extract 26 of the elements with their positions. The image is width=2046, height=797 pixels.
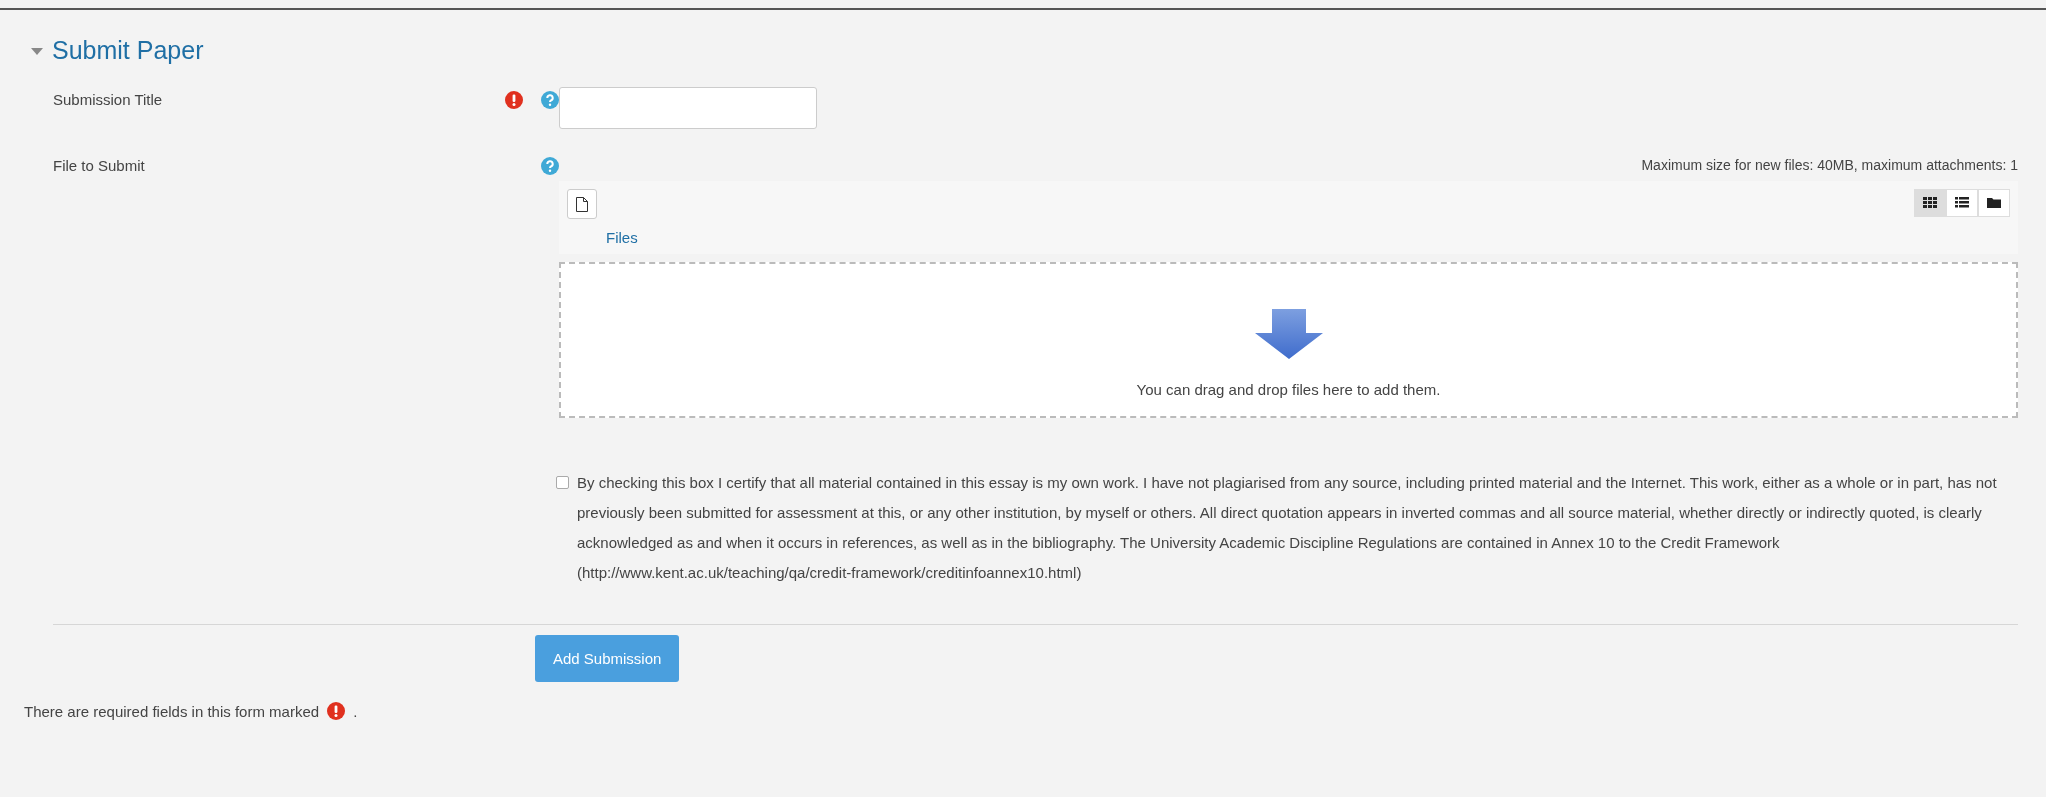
- collapse-caret-icon[interactable]: [30, 45, 44, 56]
- download-arrow-icon: [1254, 309, 1323, 359]
- grid-icon: [1923, 197, 1937, 209]
- grid-view-button[interactable]: [1914, 189, 1946, 217]
- help-icon[interactable]: [541, 91, 559, 109]
- required-icon: [327, 702, 346, 720]
- tree-view-button[interactable]: [1978, 189, 2010, 217]
- declaration-text: By checking this box I certify that all material contained in this essay is my own work. I have not plagiarised from any source, including printed material and the Internet. This work, either as a whole or in part, has not previously been submitted for assessment at this, or any other institution, by myself or others. All direct quotation appears in inverted commas and all source material, whether directly or indirectly quoted, is clearly acknowledged as and when it occurs in references, as well as in the bibliography. The University Academic Discipline Regulations are contained in Annex 10 to the Credit Framework (http://www.kent.ac.uk/teaching/qa/credit-framework/creditinfoannex10.html): [577, 473, 1998, 583]
- file-limits-text: Maximum size for new files: 40MB, maximum attachments: 1: [1641, 157, 2018, 173]
- help-icon[interactable]: [541, 157, 559, 175]
- field-label: Submission Title: [52, 90, 164, 110]
- add-file-button[interactable]: [567, 189, 597, 219]
- file-icon: [576, 196, 588, 212]
- list-icon: [1955, 197, 1969, 209]
- section-title: Submit Paper: [52, 36, 204, 65]
- folder-path-link[interactable]: Files: [567, 219, 638, 254]
- submission-title-field[interactable]: [559, 87, 817, 129]
- drop-hint: You can drag and drop files here to add them.: [1136, 381, 1441, 398]
- drop-zone[interactable]: You can drag and drop files here to add them.: [559, 262, 2018, 418]
- add-submission-button[interactable]: Add Submission: [535, 635, 680, 682]
- footer-period: .: [353, 702, 358, 720]
- footer-text: There are required fields in this form marked: [24, 702, 320, 720]
- tree-icon: [1987, 197, 2001, 209]
- declaration-checkbox[interactable]: [556, 476, 569, 489]
- list-view-button[interactable]: [1946, 189, 1978, 217]
- field-label: File to Submit: [52, 156, 146, 176]
